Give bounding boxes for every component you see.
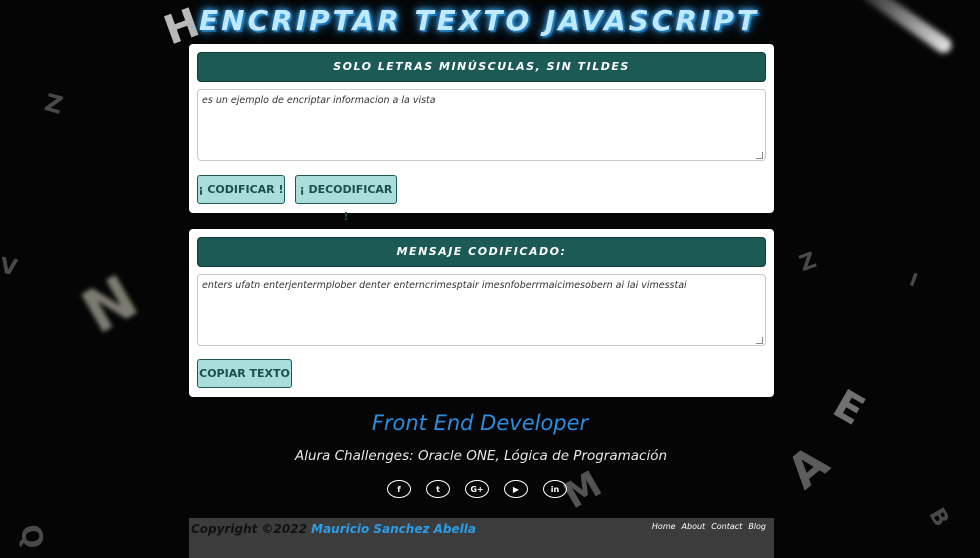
footer-link-contact[interactable]: Contact bbox=[711, 522, 742, 531]
youtube-icon[interactable]: ▶ bbox=[504, 480, 528, 498]
background-letter: I bbox=[906, 269, 921, 292]
background-letter: N bbox=[70, 262, 150, 348]
output-textarea[interactable]: enters ufatn enterjentermplober denter e… bbox=[197, 274, 766, 346]
footer-link-about[interactable]: About bbox=[682, 522, 706, 531]
page-title: ENCRIPTAR TEXTO JAVASCRIPT bbox=[199, 4, 759, 37]
background-letter: V bbox=[0, 253, 20, 282]
course-subtitle: Alura Challenges: Oracle ONE, Lógica de … bbox=[294, 448, 668, 464]
footer-nav: Home About Contact Blog bbox=[652, 522, 766, 531]
output-card: MENSAJE CODIFICADO: enters ufatn enterje… bbox=[189, 229, 774, 397]
decrypt-button[interactable]: ¡ DECODIFICAR ! bbox=[295, 175, 397, 223]
footer-link-home[interactable]: Home bbox=[652, 522, 676, 531]
background-letter: A bbox=[776, 434, 839, 500]
output-card-heading: MENSAJE CODIFICADO: bbox=[197, 237, 766, 267]
facebook-icon[interactable]: f bbox=[387, 480, 411, 498]
copyright: Copyright ©2022 Mauricio Sanchez Abella bbox=[191, 522, 476, 536]
encrypt-card-heading: SOLO LETRAS MINÚSCULAS, SIN TILDES bbox=[197, 52, 766, 82]
background-letter: Z bbox=[41, 88, 66, 120]
copy-button[interactable]: COPIAR TEXTO bbox=[197, 359, 292, 388]
author-name[interactable]: Mauricio Sanchez Abella bbox=[311, 522, 476, 536]
social-links: f t G+ ▶ in bbox=[387, 480, 567, 498]
input-resize-handle[interactable] bbox=[756, 152, 763, 159]
developer-role: Front End Developer bbox=[371, 411, 589, 435]
google-plus-icon[interactable]: G+ bbox=[465, 480, 489, 498]
input-textarea[interactable]: es un ejemplo de encriptar informacion a… bbox=[197, 89, 766, 161]
background-letter: B bbox=[923, 503, 954, 532]
linkedin-icon[interactable]: in bbox=[543, 480, 567, 498]
output-resize-handle[interactable] bbox=[756, 337, 763, 344]
background-letter: Q bbox=[13, 521, 51, 552]
background-letter: Z bbox=[796, 248, 820, 277]
footer-link-blog[interactable]: Blog bbox=[748, 522, 766, 531]
footer: Copyright ©2022 Mauricio Sanchez Abella … bbox=[189, 518, 774, 558]
encrypt-card: SOLO LETRAS MINÚSCULAS, SIN TILDES es un… bbox=[189, 44, 774, 223]
twitter-icon[interactable]: t bbox=[426, 480, 450, 498]
encrypt-button[interactable]: ¡ CODIFICAR ! bbox=[197, 175, 285, 204]
copyright-prefix: Copyright ©2022 bbox=[191, 522, 307, 536]
